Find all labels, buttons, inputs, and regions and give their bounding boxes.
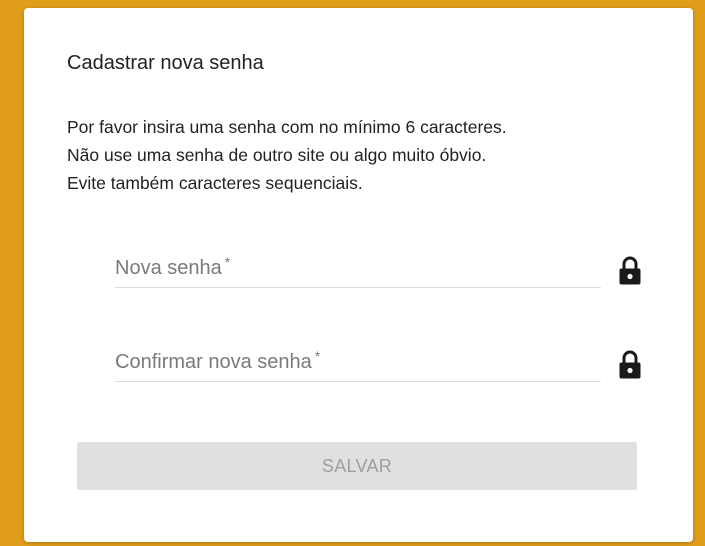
confirm-password-field[interactable]: Confirmar nova senha * [115, 341, 601, 382]
lock-icon [618, 350, 642, 380]
instructions: Por favor insira uma senha com no mínimo… [67, 113, 507, 197]
new-password-input[interactable] [115, 247, 601, 287]
save-button[interactable]: SALVAR [77, 442, 637, 490]
new-password-field[interactable]: Nova senha * [115, 247, 601, 288]
password-card: Cadastrar nova senha Por favor insira um… [24, 8, 693, 542]
instruction-line: Por favor insira uma senha com no mínimo… [67, 117, 507, 137]
card-title: Cadastrar nova senha [67, 52, 264, 74]
lock-icon [618, 256, 642, 286]
instruction-line: Evite também caracteres sequenciais. [67, 173, 363, 193]
confirm-password-input[interactable] [115, 341, 601, 381]
instruction-line: Não use uma senha de outro site ou algo … [67, 145, 487, 165]
